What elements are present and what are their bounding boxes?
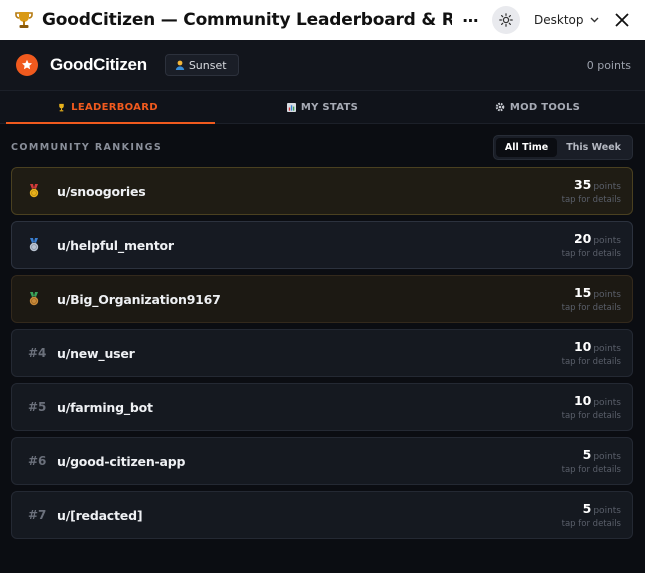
username: u/Big_Organization9167 [57, 291, 221, 307]
leaderboard-list: u/snoogories 35 points tap for details u… [11, 167, 633, 545]
bar-chart-icon [286, 102, 296, 112]
tab-my-stats[interactable]: MY STATS [215, 91, 430, 123]
tab-my-stats-label: MY STATS [300, 101, 359, 113]
points-value: 20 [573, 231, 592, 246]
gold-medal-icon [28, 184, 57, 198]
leaderboard-row[interactable]: u/Big_Organization9167 15 points tap for… [11, 275, 633, 323]
username: u/new_user [57, 345, 135, 361]
tab-leaderboard[interactable]: LEADERBOARD [0, 91, 215, 124]
gear-icon [495, 102, 505, 112]
username: u/snoogories [57, 183, 146, 199]
points-value: 10 [573, 339, 592, 354]
rank-number: #5 [28, 400, 47, 414]
rank-number: #4 [28, 346, 47, 360]
more-options-button[interactable]: ⋯ [456, 11, 486, 30]
silver-medal-icon [28, 238, 57, 252]
app-logo-icon [16, 54, 38, 76]
leaderboard-row[interactable]: u/helpful_mentor 20 points tap for detai… [11, 221, 633, 269]
username: u/good-citizen-app [57, 453, 186, 469]
theme-toggle-button[interactable] [492, 6, 520, 34]
details-hint: tap for details [561, 357, 621, 367]
score: 5 points tap for details [562, 501, 621, 529]
points-unit: points [593, 290, 621, 300]
trophy-icon [57, 103, 66, 112]
tab-mod-tools[interactable]: MOD TOOLS [430, 91, 645, 123]
points-unit: points [593, 506, 621, 516]
username: u/helpful_mentor [57, 237, 174, 253]
score: 20 points tap for details [562, 231, 621, 259]
username: u/[redacted] [57, 507, 143, 523]
main-tabs: LEADERBOARD MY STATS MOD TOOLS [0, 91, 645, 124]
trophy-icon [12, 8, 36, 32]
sun-icon [499, 13, 513, 27]
time-filter: All Time This Week [492, 134, 633, 160]
chevron-down-icon [590, 17, 598, 23]
rankings-header: COMMUNITY RANKINGS All Time This Week [11, 134, 633, 160]
details-hint: tap for details [561, 519, 621, 529]
filter-all-time[interactable]: All Time [495, 137, 558, 157]
leaderboard-row[interactable]: #5 u/farming_bot 10 points tap for detai… [11, 383, 633, 431]
bronze-medal-icon [28, 292, 57, 306]
points-unit: points [593, 236, 621, 246]
leaderboard-row[interactable]: #7 u/[redacted] 5 points tap for details [11, 491, 633, 539]
close-icon [615, 13, 629, 27]
window-title-bar: GoodCitizen — Community Leaderboard & R.… [0, 0, 645, 40]
leaderboard-row[interactable]: #4 u/new_user 10 points tap for details [11, 329, 633, 377]
window-title: GoodCitizen — Community Leaderboard & R.… [42, 10, 452, 30]
details-hint: tap for details [561, 249, 621, 259]
tab-leaderboard-label: LEADERBOARD [71, 101, 158, 113]
score: 35 points tap for details [562, 177, 621, 205]
details-hint: tap for details [561, 303, 621, 313]
points-unit: points [593, 182, 621, 192]
points-unit: points [593, 398, 621, 408]
rank-number: #6 [28, 454, 47, 468]
details-hint: tap for details [561, 195, 621, 205]
rank-number: #7 [28, 508, 47, 522]
points-unit: points [593, 344, 621, 354]
app-header: GoodCitizen Sunset 0 points [0, 40, 645, 91]
user-icon [175, 60, 185, 70]
score: 10 points tap for details [562, 339, 621, 367]
theme-chip-label: Sunset [188, 58, 227, 72]
points-value: 15 [573, 285, 592, 300]
details-hint: tap for details [561, 411, 621, 421]
close-button[interactable] [611, 9, 633, 31]
points-value: 10 [573, 393, 592, 408]
app-brand: GoodCitizen [50, 55, 147, 74]
points-value: 35 [573, 177, 592, 192]
score: 5 points tap for details [562, 447, 621, 475]
filter-this-week[interactable]: This Week [557, 138, 630, 157]
score: 15 points tap for details [562, 285, 621, 313]
points-value: 5 [582, 501, 592, 516]
leaderboard-row[interactable]: u/snoogories 35 points tap for details [11, 167, 633, 215]
username: u/farming_bot [57, 399, 153, 415]
score: 10 points tap for details [562, 393, 621, 421]
tab-mod-tools-label: MOD TOOLS [509, 101, 581, 113]
user-points: 0 points [586, 58, 631, 72]
leaderboard-row[interactable]: #6 u/good-citizen-app 5 points tap for d… [11, 437, 633, 485]
device-select-label: Desktop [534, 13, 584, 27]
points-value: 5 [582, 447, 592, 462]
device-select[interactable]: Desktop [534, 13, 599, 27]
theme-chip-button[interactable]: Sunset [164, 54, 239, 76]
details-hint: tap for details [561, 465, 621, 475]
section-title: COMMUNITY RANKINGS [11, 141, 163, 153]
points-unit: points [593, 452, 621, 462]
